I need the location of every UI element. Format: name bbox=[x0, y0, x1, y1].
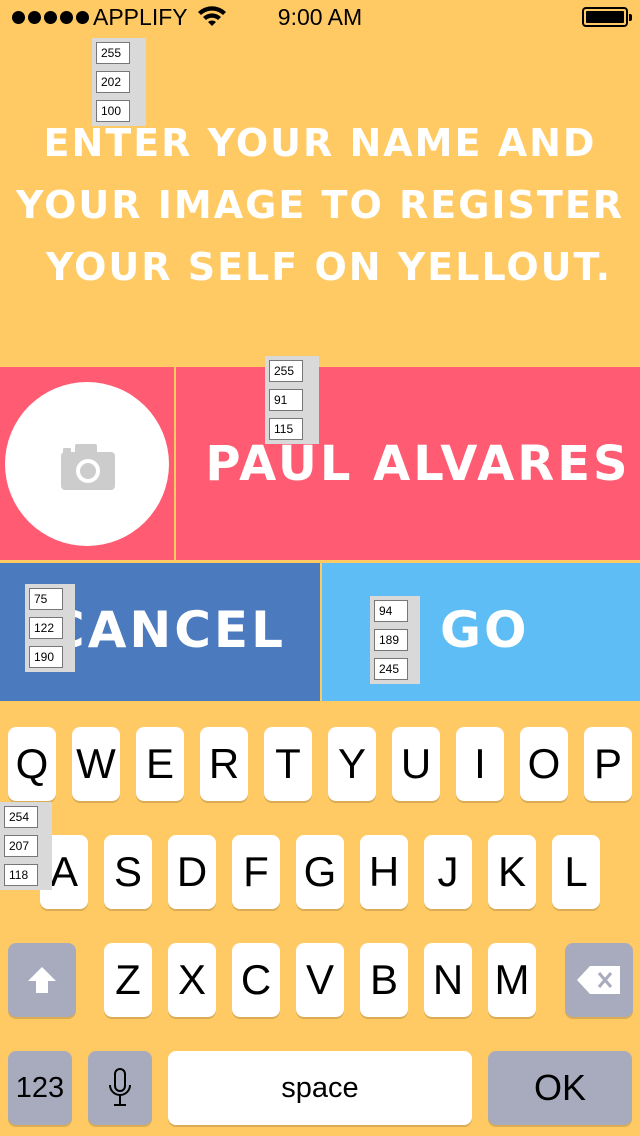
key-f[interactable]: F bbox=[232, 835, 280, 909]
instruction-line-2: YOUR IMAGE TO REGISTER bbox=[15, 183, 625, 227]
key-y[interactable]: Y bbox=[328, 727, 376, 801]
backspace-key[interactable] bbox=[565, 943, 633, 1017]
key-b[interactable]: B bbox=[360, 943, 408, 1017]
dictation-key[interactable] bbox=[88, 1051, 152, 1125]
name-field[interactable]: PAUL ALVARES bbox=[176, 367, 640, 560]
key-q[interactable]: Q bbox=[8, 727, 56, 801]
key-i[interactable]: I bbox=[456, 727, 504, 801]
clock: 9:00 AM bbox=[277, 4, 363, 30]
instruction-text: ENTER YOUR NAME AND YOUR IMAGE TO REGIST… bbox=[0, 112, 640, 298]
key-o[interactable]: O bbox=[520, 727, 568, 801]
ok-key[interactable]: OK bbox=[488, 1051, 632, 1125]
shift-icon bbox=[28, 967, 56, 993]
key-l[interactable]: L bbox=[552, 835, 600, 909]
color-swatch-go: 94 189 245 bbox=[370, 596, 420, 684]
numbers-key[interactable]: 123 bbox=[8, 1051, 72, 1125]
key-k[interactable]: K bbox=[488, 835, 536, 909]
key-d[interactable]: D bbox=[168, 835, 216, 909]
name-value: PAUL ALVARES bbox=[205, 435, 631, 492]
key-e[interactable]: E bbox=[136, 727, 184, 801]
color-swatch-cancel: 75 122 190 bbox=[25, 584, 75, 672]
key-h[interactable]: H bbox=[360, 835, 408, 909]
add-photo-button[interactable] bbox=[5, 382, 169, 546]
key-w[interactable]: W bbox=[72, 727, 120, 801]
shift-key[interactable] bbox=[8, 943, 76, 1017]
key-c[interactable]: C bbox=[232, 943, 280, 1017]
color-swatch-keyboard: 254 207 118 bbox=[0, 802, 52, 890]
key-u[interactable]: U bbox=[392, 727, 440, 801]
key-n[interactable]: N bbox=[424, 943, 472, 1017]
microphone-icon bbox=[109, 1068, 131, 1106]
key-z[interactable]: Z bbox=[104, 943, 152, 1017]
camera-icon bbox=[61, 444, 115, 490]
key-x[interactable]: X bbox=[168, 943, 216, 1017]
key-g[interactable]: G bbox=[296, 835, 344, 909]
registration-row: PAUL ALVARES bbox=[0, 367, 640, 560]
status-bar: APPLIFY 9:00 AM bbox=[0, 0, 640, 36]
key-p[interactable]: P bbox=[584, 727, 632, 801]
key-r[interactable]: R bbox=[200, 727, 248, 801]
key-v[interactable]: V bbox=[296, 943, 344, 1017]
color-swatch-name-panel: 255 91 115 bbox=[265, 356, 319, 444]
instruction-line-3: YOUR SELF ON YELLOUT. bbox=[45, 245, 613, 289]
cancel-label: CANCEL bbox=[48, 601, 286, 659]
color-swatch-background: 255 202 100 bbox=[92, 38, 146, 126]
key-j[interactable]: J bbox=[424, 835, 472, 909]
key-t[interactable]: T bbox=[264, 727, 312, 801]
key-m[interactable]: M bbox=[488, 943, 536, 1017]
space-key[interactable]: space bbox=[168, 1051, 472, 1125]
battery-icon bbox=[582, 7, 632, 27]
key-s[interactable]: S bbox=[104, 835, 152, 909]
backspace-icon bbox=[577, 966, 620, 994]
photo-panel bbox=[0, 367, 174, 560]
go-label: GO bbox=[440, 601, 530, 659]
